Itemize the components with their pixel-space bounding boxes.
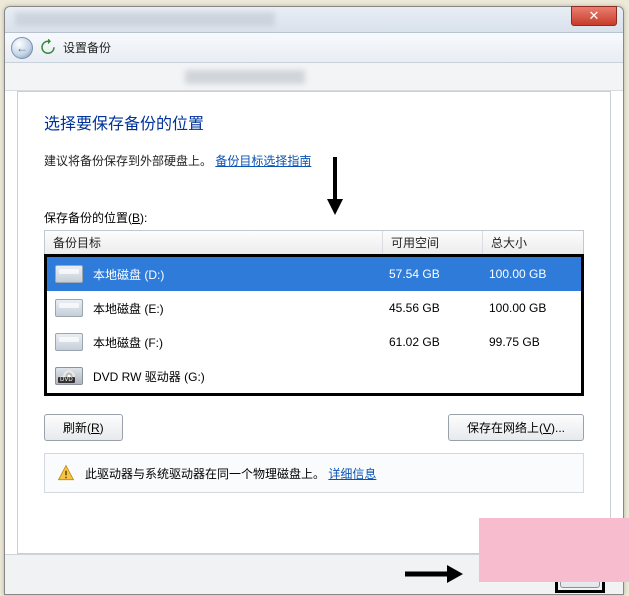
table-header: 备份目标 可用空间 总大小 [44,230,584,254]
list-label: 保存备份的位置(B): [44,209,584,226]
toolbar: ← 设置备份 [5,33,623,63]
titlebar: ✕ [5,7,623,33]
page-title: 选择要保存备份的位置 [44,110,584,134]
col-free[interactable]: 可用空间 [383,231,483,254]
guide-link[interactable]: 备份目标选择指南 [215,154,311,168]
footer: 下 [5,554,623,594]
hdd-icon [55,333,83,351]
backup-icon [39,39,57,57]
drive-table: 本地磁盘 (D:) 57.54 GB 100.00 GB 本地磁盘 (E:) 4… [44,254,584,396]
back-button[interactable]: ← [11,37,33,59]
warning-text: 此驱动器与系统驱动器在同一个物理磁盘上。 [85,467,325,481]
col-target[interactable]: 备份目标 [45,231,383,254]
drive-row-f[interactable]: 本地磁盘 (F:) 61.02 GB 99.75 GB [47,325,581,359]
drive-row-g[interactable]: DVDDVD RW 驱动器 (G:) [47,359,581,393]
toolbar-label: 设置备份 [63,39,111,56]
save-network-button[interactable]: 保存在网络上(V)... [448,414,584,441]
hdd-icon [55,299,83,317]
close-icon: ✕ [589,8,600,23]
subheader [5,63,623,91]
refresh-button[interactable]: 刷新(R) [44,414,123,441]
next-highlight: 下 [555,556,605,593]
arrow-left-icon: ← [16,41,28,55]
drive-row-e[interactable]: 本地磁盘 (E:) 45.56 GB 100.00 GB [47,291,581,325]
content-panel: 选择要保存备份的位置 建议将备份保存到外部硬盘上。 备份目标选择指南 保存备份的… [17,91,611,554]
drive-row-d[interactable]: 本地磁盘 (D:) 57.54 GB 100.00 GB [47,257,581,291]
subheader-blur [185,70,305,84]
col-total[interactable]: 总大小 [483,231,583,254]
titlebar-blur [15,12,275,26]
dvd-icon: DVD [55,367,83,385]
close-button[interactable]: ✕ [571,6,617,26]
hdd-icon [55,265,83,283]
warning-link[interactable]: 详细信息 [328,467,376,481]
warning-box: 此驱动器与系统驱动器在同一个物理磁盘上。 详细信息 [44,453,584,493]
backup-wizard-window: ✕ ← 设置备份 选择要保存备份的位置 建议将备份保存到外部硬盘上。 备份目标选… [4,6,624,595]
recommendation-text: 建议将备份保存到外部硬盘上。 备份目标选择指南 [44,152,584,169]
button-row: 刷新(R) 保存在网络上(V)... [44,414,584,441]
warning-icon [57,464,75,482]
next-button[interactable]: 下 [560,561,600,588]
